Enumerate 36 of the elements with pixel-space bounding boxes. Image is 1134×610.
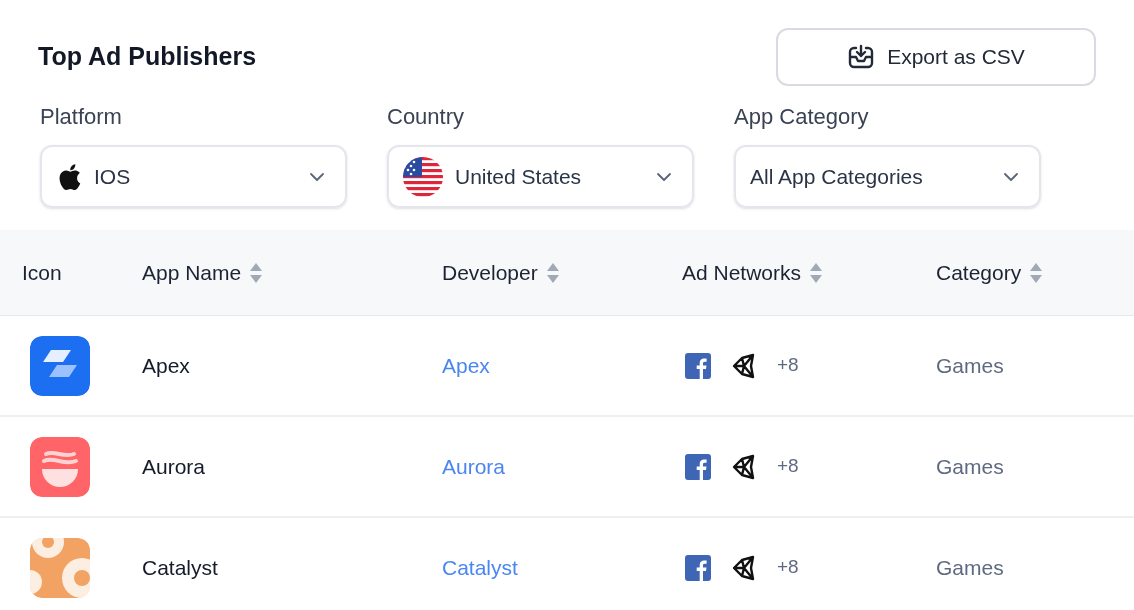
app-name: Apex [142, 353, 190, 377]
filter-label: Country [387, 103, 466, 131]
column-header[interactable]: Ad Networks [682, 256, 802, 289]
app-icon [30, 537, 90, 598]
app-name: Aurora [142, 454, 206, 478]
developer-link[interactable]: Catalyst [442, 555, 518, 579]
app-icon [30, 335, 90, 396]
column-header[interactable]: App Name [142, 256, 242, 289]
facebook-icon [685, 352, 711, 379]
app-icon [30, 436, 90, 497]
facebook-icon [685, 453, 711, 480]
unity-icon [731, 453, 757, 480]
network-count: +8 [777, 454, 799, 479]
column-header[interactable]: Category [936, 256, 1022, 289]
filter-label: Platform [40, 103, 123, 131]
filter-dropdown[interactable]: All App Categories [734, 145, 1041, 208]
column-header: Icon [22, 259, 62, 286]
facebook-icon [685, 554, 711, 581]
category-text: Games [936, 454, 1004, 478]
export-button[interactable]: Export as CSV [776, 28, 1096, 86]
developer-link[interactable]: Aurora [442, 454, 506, 478]
category-text: Games [936, 555, 1004, 579]
page-title: Top Ad Publishers [38, 41, 257, 73]
filter-label: App Category [734, 103, 870, 131]
developer-link[interactable]: Apex [442, 353, 490, 377]
filter-dropdown[interactable]: IOS [40, 145, 347, 208]
app-name: Catalyst [142, 555, 218, 579]
category-text: Games [936, 353, 1004, 377]
unity-icon [731, 554, 757, 581]
filter-dropdown[interactable]: United States [387, 145, 694, 208]
network-count: +8 [777, 353, 799, 378]
unity-icon [731, 352, 757, 379]
network-count: +8 [777, 555, 799, 580]
column-header[interactable]: Developer [442, 256, 538, 289]
download-tray-icon [847, 43, 876, 71]
flag-icon [403, 156, 443, 197]
